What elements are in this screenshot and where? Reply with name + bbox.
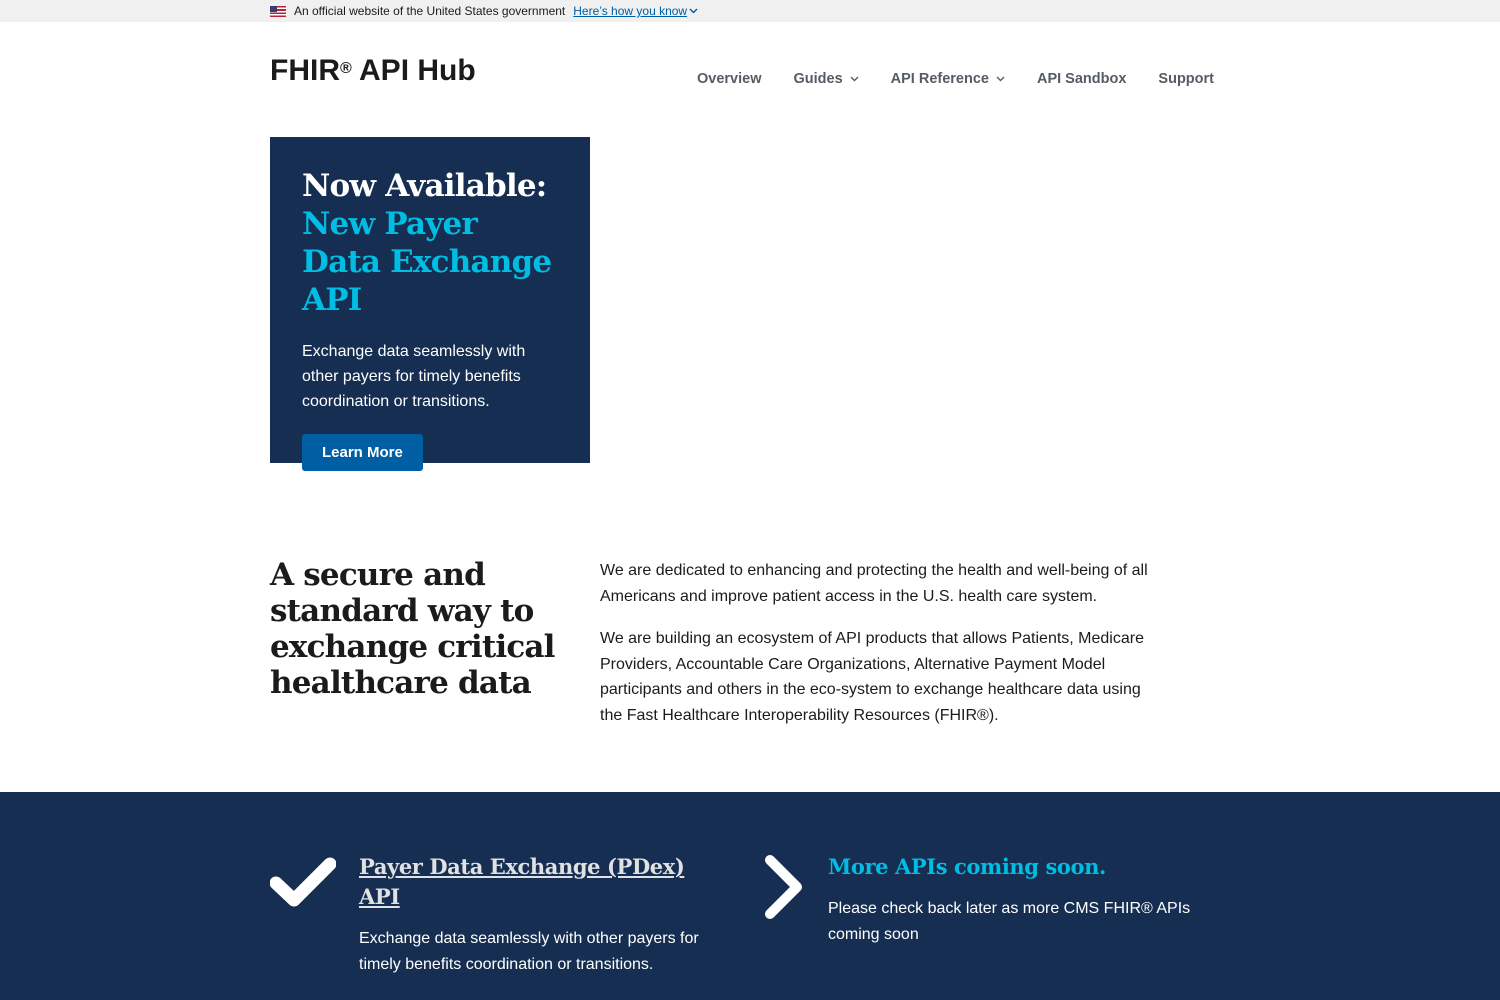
heres-how-you-know-link[interactable]: Here’s how you know (573, 4, 698, 18)
nav-api-sandbox[interactable]: API Sandbox (1037, 71, 1126, 87)
chevron-down-icon (689, 8, 698, 14)
feature-coming-soon-description: Please check back later as more CMS FHIR… (828, 900, 1191, 943)
nav-support-label: Support (1158, 71, 1214, 87)
intro-paragraph: We are building an ecosystem of API prod… (600, 630, 1144, 724)
feature-coming-soon-title: More APIs coming soon. (828, 854, 1106, 879)
hero-title-accent: New Payer Data Exchange API (302, 206, 552, 318)
site-title-main: FHIR (270, 54, 340, 87)
heres-how-you-know-label: Here’s how you know (573, 4, 688, 18)
hero-description: Exchange data seamlessly with other paye… (302, 343, 526, 410)
feature-pdex-body: Payer Data Exchange (PDex) API Exchange … (359, 852, 729, 978)
gov-banner-content: An official website of the United States… (270, 0, 698, 22)
intro-text: We are dedicated to enhancing and protec… (600, 558, 1160, 745)
nav-guides[interactable]: Guides (794, 71, 859, 87)
nav-api-reference[interactable]: API Reference (891, 71, 1005, 87)
us-flag-icon (270, 5, 286, 17)
nav-api-reference-label: API Reference (890, 71, 989, 87)
intro-paragraph: We are dedicated to enhancing and protec… (600, 562, 1148, 605)
hero-title-line: Now Available: (302, 168, 547, 204)
learn-more-button[interactable]: Learn More (302, 434, 423, 471)
checkmark-icon (270, 857, 336, 907)
nav-guides-label: Guides (793, 71, 843, 87)
gov-banner-text: An official website of the United States… (294, 4, 566, 18)
feature-coming-soon-body: More APIs coming soon. Please check back… (828, 852, 1244, 948)
features-band (0, 792, 1500, 1000)
registered-mark: ® (340, 60, 352, 77)
intro-heading: A secure and standard way to exchange cr… (270, 557, 555, 701)
site-title-suffix: API Hub (351, 54, 476, 87)
site-title[interactable]: FHIR® API Hub (270, 52, 476, 90)
gov-banner: An official website of the United States… (0, 0, 1500, 22)
chevron-down-icon (996, 76, 1005, 82)
feature-pdex-description: Exchange data seamlessly with other paye… (359, 930, 699, 973)
hero-title: Now Available: New Payer Data Exchange A… (302, 167, 558, 319)
nav-overview-label: Overview (697, 71, 762, 87)
pdex-api-link[interactable]: Payer Data Exchange (PDex) API (359, 852, 729, 912)
primary-nav: Overview Guides API Reference API Sandbo… (665, 66, 1214, 92)
hero-card: Now Available: New Payer Data Exchange A… (270, 137, 590, 471)
nav-overview[interactable]: Overview (697, 71, 762, 87)
chevron-down-icon (850, 76, 859, 82)
nav-api-sandbox-label: API Sandbox (1036, 71, 1127, 87)
nav-support[interactable]: Support (1158, 71, 1214, 87)
chevron-right-icon (765, 855, 802, 919)
